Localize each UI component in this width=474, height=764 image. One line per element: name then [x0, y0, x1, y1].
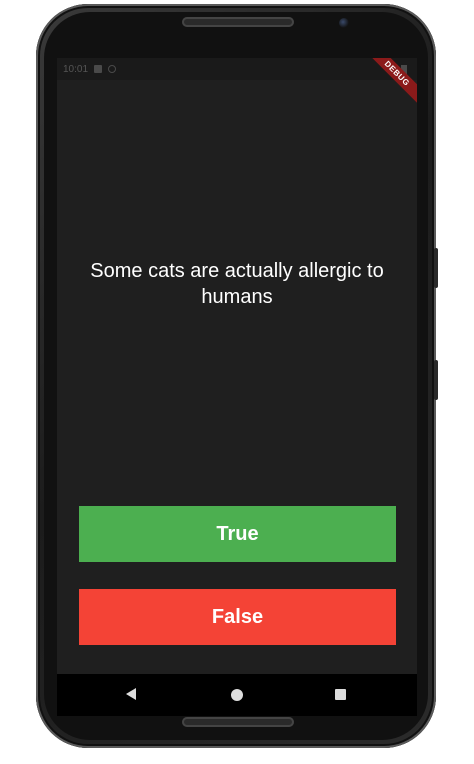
true-button[interactable]: True	[79, 506, 396, 562]
question-text: Some cats are actually allergic to human…	[90, 260, 384, 308]
front-camera	[339, 18, 349, 28]
power-button	[434, 360, 438, 400]
recent-square-icon[interactable]	[335, 689, 346, 700]
earpiece-speaker	[182, 17, 294, 27]
home-circle-icon[interactable]	[231, 689, 243, 701]
sync-icon	[108, 65, 117, 73]
back-triangle-icon[interactable]	[126, 688, 136, 700]
navigation-bar	[57, 674, 417, 716]
sd-card-icon	[94, 65, 103, 73]
bottom-speaker	[182, 717, 294, 727]
status-time: 10:01	[63, 63, 89, 75]
volume-button	[434, 248, 438, 288]
false-button[interactable]: False	[79, 589, 396, 645]
status-bar: 10:01	[57, 58, 417, 80]
app-screen: 10:01 DEBUG Some cats are actually aller…	[57, 58, 417, 716]
